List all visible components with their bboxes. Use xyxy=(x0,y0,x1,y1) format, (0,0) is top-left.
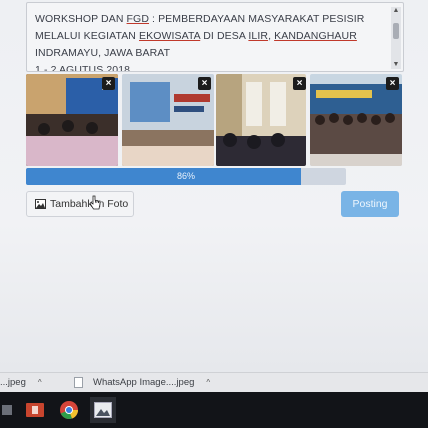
download-item-2[interactable]: WhatsApp Image....jpeg ^ xyxy=(74,373,210,392)
text-run: MELALUI KEGIATAN xyxy=(35,30,140,42)
scroll-up-icon[interactable]: ▲ xyxy=(392,7,400,15)
text-run: 2018 xyxy=(103,64,131,72)
text-run: INDRAMAYU, JAWA BARAT xyxy=(35,47,171,59)
chevron-up-icon[interactable]: ^ xyxy=(38,373,42,392)
download-item-1[interactable]: ...jpeg ^ xyxy=(0,373,42,392)
download-file-name: ...jpeg xyxy=(0,377,26,388)
misspelled-word: EKOWISATA xyxy=(139,30,201,42)
chevron-up-icon[interactable]: ^ xyxy=(206,373,210,392)
misspelled-word: AGUTUS xyxy=(58,64,104,72)
photo-preview-5: × xyxy=(310,74,402,166)
download-bar: ...jpeg ^ WhatsApp Image....jpeg ^ xyxy=(0,372,428,392)
remove-photo-2-button[interactable]: × xyxy=(198,77,211,90)
hand-cursor-icon xyxy=(89,195,101,210)
text-run: : PEMBERDAYAAN MASYARAKAT PESISIR xyxy=(149,13,365,25)
image-icon xyxy=(35,199,46,209)
post-textarea[interactable]: WORKSHOP DAN FGD : PEMBERDAYAAN MASYARAK… xyxy=(26,2,404,72)
scroll-down-icon[interactable]: ▼ xyxy=(392,61,400,69)
remove-photo-4-button[interactable]: × xyxy=(293,77,306,90)
chrome-icon[interactable] xyxy=(56,397,82,423)
page: WORKSHOP DAN FGD : PEMBERDAYAAN MASYARAK… xyxy=(0,0,428,372)
upload-progress-bar: 86% xyxy=(26,168,346,185)
taskbar xyxy=(0,392,428,428)
photo-previews: × × × × xyxy=(26,74,402,166)
textarea-scrollbar[interactable]: ▲ ▼ xyxy=(391,7,401,69)
text-run: 1 - 2 xyxy=(35,64,59,72)
posting-button[interactable]: Posting xyxy=(341,191,399,217)
post-text-line: WORKSHOP DAN FGD : PEMBERDAYAAN MASYARAK… xyxy=(35,11,383,28)
photo-preview-2: × xyxy=(122,74,214,166)
post-text-line: 1 - 2 AGUTUS 2018 xyxy=(35,62,383,72)
photo-preview-1: × xyxy=(26,74,118,166)
text-run: WORKSHOP DAN xyxy=(35,13,127,25)
misspelled-word: FGD xyxy=(126,13,150,25)
post-text-line: INDRAMAYU, JAWA BARAT xyxy=(35,45,383,62)
add-photo-button[interactable]: Tambahkan Foto xyxy=(26,191,134,217)
file-icon xyxy=(74,377,83,388)
post-text-line: MELALUI KEGIATAN EKOWISATA DI DESA ILIR,… xyxy=(35,28,383,45)
scroll-thumb[interactable] xyxy=(393,23,399,39)
misspelled-word: KANDANGHAUR xyxy=(274,30,357,42)
photos-app-icon[interactable] xyxy=(90,397,116,423)
powerpoint-icon[interactable] xyxy=(22,397,48,423)
photo-preview-4: × xyxy=(217,74,309,166)
misspelled-word: ILIR xyxy=(248,30,269,42)
taskbar-app-icon[interactable] xyxy=(0,397,20,423)
text-run: DI DESA xyxy=(200,30,249,42)
download-file-name: WhatsApp Image....jpeg xyxy=(93,377,195,388)
upload-progress-label: 86% xyxy=(176,171,195,181)
remove-photo-5-button[interactable]: × xyxy=(386,77,399,90)
post-text: WORKSHOP DAN FGD : PEMBERDAYAAN MASYARAK… xyxy=(35,11,383,72)
remove-photo-1-button[interactable]: × xyxy=(102,77,115,90)
